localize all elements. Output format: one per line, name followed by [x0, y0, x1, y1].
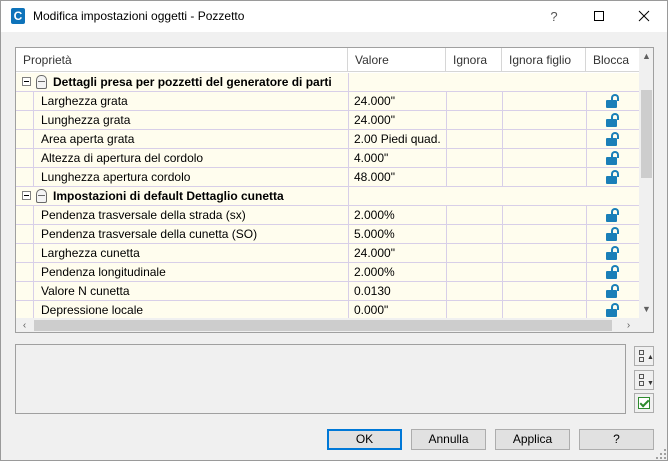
horizontal-scroll-thumb[interactable]	[34, 320, 612, 331]
property-row[interactable]: Larghezza cunetta 24.000"	[16, 244, 639, 263]
column-header-valore[interactable]: Valore	[348, 48, 446, 72]
property-label: Pendenza trasversale della strada (sx)	[41, 208, 246, 222]
property-label: Lunghezza apertura cordolo	[41, 170, 191, 184]
unlock-icon[interactable]	[606, 151, 620, 166]
close-button[interactable]	[621, 1, 667, 32]
property-label: Depressione locale	[41, 303, 144, 317]
unlock-icon[interactable]	[606, 303, 620, 318]
expand-all-icon: ▼	[639, 374, 654, 387]
property-label: Pendenza longitudinale	[41, 265, 166, 279]
column-header-ignora[interactable]: Ignora	[446, 48, 502, 72]
ok-button[interactable]: OK	[327, 429, 402, 450]
category-row[interactable]: Dettagli presa per pozzetti del generato…	[16, 73, 639, 92]
property-label: Valore N cunetta	[41, 284, 130, 298]
category-row[interactable]: Impostazioni di default Dettaglio cunett…	[16, 187, 639, 206]
category-icon	[36, 75, 47, 89]
category-label: Dettagli presa per pozzetti del generato…	[53, 75, 332, 89]
property-value[interactable]: 0.0130	[354, 282, 444, 300]
collapse-all-button[interactable]: ▲	[634, 346, 654, 366]
property-grid[interactable]: Proprietà Valore Ignora Ignora figlio Bl…	[15, 47, 654, 333]
property-value[interactable]: 2.00 Piedi quad.	[354, 130, 444, 148]
column-header-proprieta[interactable]: Proprietà	[16, 48, 348, 72]
grid-header: Proprietà Valore Ignora Ignora figlio Bl…	[16, 48, 639, 72]
cancel-button[interactable]: Annulla	[411, 429, 486, 450]
resize-grip[interactable]	[656, 449, 666, 459]
unlock-icon[interactable]	[606, 132, 620, 147]
property-value[interactable]: 24.000"	[354, 111, 444, 129]
category-label: Impostazioni di default Dettaglio cunett…	[53, 189, 284, 203]
property-label: Altezza di apertura del cordolo	[41, 151, 204, 165]
help-button[interactable]: ?	[579, 429, 654, 450]
property-row[interactable]: Pendenza trasversale della cunetta (SO) 5…	[16, 225, 639, 244]
scroll-left-icon[interactable]: ‹	[16, 318, 33, 332]
close-icon	[638, 10, 650, 22]
property-row[interactable]: Depressione locale 0.000"	[16, 301, 639, 318]
property-row[interactable]: Lunghezza apertura cordolo 48.000"	[16, 168, 639, 187]
scroll-corner	[639, 318, 653, 332]
property-value[interactable]: 48.000"	[354, 168, 444, 186]
column-header-blocca[interactable]: Blocca	[586, 48, 639, 72]
scroll-up-icon[interactable]: ▲	[639, 48, 653, 65]
apply-button[interactable]: Applica	[495, 429, 570, 450]
property-value[interactable]: 4.000"	[354, 149, 444, 167]
property-row[interactable]: Valore N cunetta 0.0130	[16, 282, 639, 301]
unlock-icon[interactable]	[606, 113, 620, 128]
column-header-ignora-figlio[interactable]: Ignora figlio	[502, 48, 586, 72]
maximize-icon	[594, 11, 604, 21]
category-icon	[36, 189, 47, 203]
property-label: Lunghezza grata	[41, 113, 131, 127]
property-row[interactable]: Larghezza grata 24.000"	[16, 92, 639, 111]
scroll-down-icon[interactable]: ▼	[639, 301, 653, 318]
unlock-icon[interactable]	[606, 246, 620, 261]
collapse-all-icon: ▲	[639, 350, 654, 362]
property-value[interactable]: 0.000"	[354, 301, 444, 318]
property-value[interactable]: 24.000"	[354, 244, 444, 262]
grid-rows: Dettagli presa per pozzetti del generato…	[16, 73, 639, 318]
property-row[interactable]: Lunghezza grata 24.000"	[16, 111, 639, 130]
property-label: Larghezza cunetta	[41, 246, 140, 260]
property-value[interactable]: 2.000%	[354, 206, 444, 224]
vertical-scrollbar[interactable]: ▲ ▼	[639, 48, 653, 318]
toggle-description-button[interactable]	[634, 393, 654, 413]
property-row[interactable]: Pendenza longitudinale 2.000%	[16, 263, 639, 282]
property-value[interactable]: 5.000%	[354, 225, 444, 243]
property-row[interactable]: Area aperta grata 2.00 Piedi quad.	[16, 130, 639, 149]
property-row[interactable]: Altezza di apertura del cordolo 4.000"	[16, 149, 639, 168]
description-panel	[15, 344, 626, 414]
unlock-icon[interactable]	[606, 227, 620, 242]
collapse-icon[interactable]	[22, 77, 31, 86]
title-bar: C Modifica impostazioni oggetti - Pozzet…	[1, 1, 667, 32]
expand-all-button[interactable]: ▼	[634, 370, 654, 390]
property-label: Pendenza trasversale della cunetta (SO)	[41, 227, 258, 241]
property-label: Larghezza grata	[41, 94, 128, 108]
property-value[interactable]: 24.000"	[354, 92, 444, 110]
help-title-button[interactable]: ?	[531, 1, 577, 32]
scroll-right-icon[interactable]: ›	[620, 318, 637, 332]
collapse-icon[interactable]	[22, 191, 31, 200]
unlock-icon[interactable]	[606, 94, 620, 109]
property-value[interactable]: 2.000%	[354, 263, 444, 281]
vertical-scroll-thumb[interactable]	[641, 90, 652, 178]
unlock-icon[interactable]	[606, 208, 620, 223]
maximize-button[interactable]	[576, 1, 622, 32]
property-row[interactable]: Pendenza trasversale della strada (sx) 2.…	[16, 206, 639, 225]
window-title: Modifica impostazioni oggetti - Pozzetto	[33, 9, 245, 23]
unlock-icon[interactable]	[606, 284, 620, 299]
checkmark-icon	[638, 397, 650, 409]
horizontal-scrollbar[interactable]: ‹ ›	[16, 318, 639, 332]
unlock-icon[interactable]	[606, 170, 620, 185]
civil3d-app-icon: C	[11, 8, 25, 24]
unlock-icon[interactable]	[606, 265, 620, 280]
property-label: Area aperta grata	[41, 132, 135, 146]
dialog-window: C Modifica impostazioni oggetti - Pozzet…	[0, 0, 668, 461]
